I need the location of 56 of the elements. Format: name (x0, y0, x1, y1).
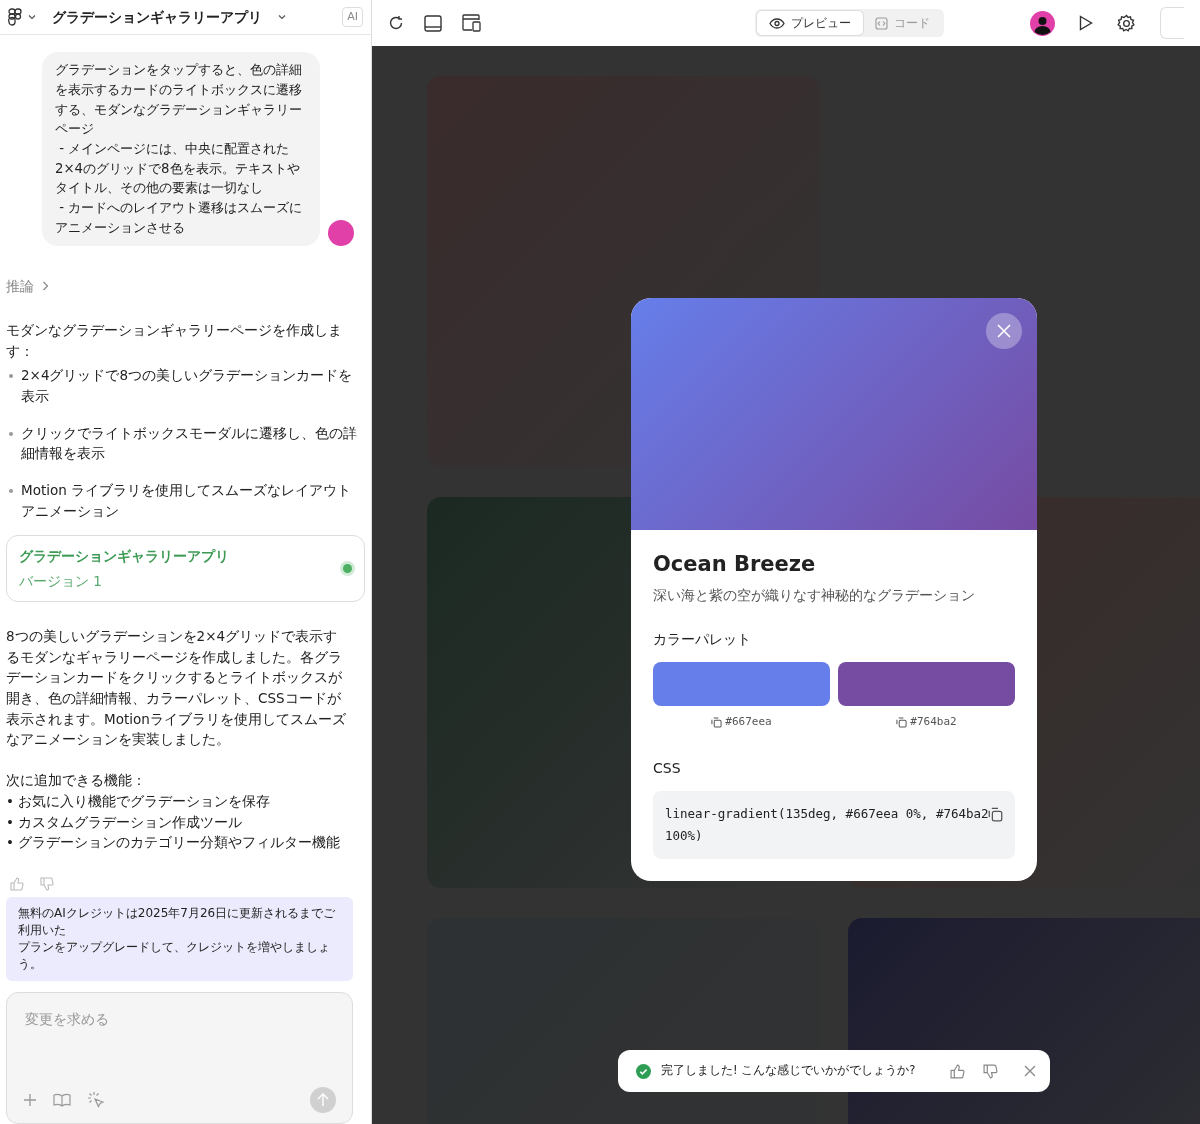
color-swatch[interactable] (838, 662, 1015, 707)
code-text: linear-gradient(135deg, #667eea 0%, #764ba2 100%) (665, 805, 989, 843)
prompt-field[interactable]: 変更を求める (23, 1007, 336, 1087)
list-item: • グラデーションのカテゴリー分類やフィルター機能 (6, 833, 342, 853)
list-item: Motion ライブラリを使用してスムーズなレイアウトアニメーション (21, 481, 353, 521)
refresh-icon[interactable] (388, 15, 404, 31)
toast-message: 完了しました! こんな感じでいかがでしょうか? (661, 1062, 917, 1080)
thumbs-down-icon[interactable] (40, 877, 54, 891)
close-icon (997, 324, 1011, 338)
version-card[interactable]: グラデーションギャラリーアプリ バージョン 1 (6, 535, 365, 602)
version-title: グラデーションギャラリーアプリ (19, 547, 229, 567)
caret-icon[interactable] (278, 14, 286, 21)
devices-icon[interactable] (462, 14, 481, 32)
check-icon (636, 1063, 651, 1079)
arrow-up-icon (317, 1093, 329, 1107)
copy-icon (711, 717, 723, 729)
credit-notice: 無料のAIクレジットは2025年7月26日に更新されるまでご利用いた プランをアップグレードして、クレジットを増やしましょう。 (6, 897, 353, 981)
panel-icon[interactable] (424, 14, 442, 32)
logo-icon[interactable] (8, 8, 22, 27)
book-icon[interactable] (53, 1093, 71, 1107)
version-label: バージョン 1 (19, 571, 103, 591)
chevron-icon[interactable] (42, 280, 49, 291)
thumbs-up-icon[interactable] (950, 1063, 965, 1079)
prompt-box[interactable]: 変更を求める (6, 992, 353, 1124)
thumbs-down-icon[interactable] (983, 1063, 998, 1079)
palette-heading: カラーパレット (653, 630, 752, 650)
css-heading: CSS (653, 758, 682, 778)
close-button[interactable] (986, 313, 1022, 349)
pointer-sparkle-icon[interactable] (87, 1091, 105, 1109)
caret-icon[interactable] (28, 14, 36, 21)
user-avatar (328, 219, 354, 246)
project-title[interactable]: グラデーションギャラリーアプリ (52, 7, 262, 28)
play-icon[interactable] (1079, 15, 1093, 31)
next-heading: 次に追加できる機能： (6, 771, 147, 791)
ai-badge: AI (342, 6, 363, 28)
copy-icon (896, 717, 908, 729)
user-message: グラデーションをタップすると、色の詳細を表示するカードのライトボックスに遷移する、モダンなグラデーションギャラリーページ - メインページには、中央に配置された2×4のグリッドで8色を表示。テキストやタイトル、その他の要素は一切なし - カードへのレイアウト遷移はスムーズにアニメーションさせる (42, 52, 320, 246)
list-item: • カスタムグラデーション作成ツール (6, 812, 244, 832)
assistant-text: モダンなグラデーションギャラリーページを作成します： (6, 320, 343, 361)
copy-hex-button[interactable]: #667eea (705, 713, 778, 732)
gradient-description: 深い海と紫の空が織りなす神秘的なグラデーション (653, 586, 976, 606)
eye-icon (769, 17, 785, 29)
thumbs-up-icon[interactable] (10, 877, 24, 891)
list-item: • お気に入り機能でグラデーションを保存 (6, 791, 272, 811)
user-avatar[interactable] (1030, 10, 1055, 36)
settings-icon[interactable] (1117, 13, 1136, 33)
gradient-title: Ocean Breeze (653, 552, 817, 578)
color-swatch[interactable] (653, 662, 830, 707)
close-icon[interactable] (1024, 1065, 1036, 1077)
list-item: クリックでライトボックスモーダルに遷移し、色の詳細情報を表示 (21, 423, 358, 464)
view-tab[interactable]: プレビュー (757, 11, 863, 35)
copy-hex-button[interactable]: #764ba2 (890, 713, 963, 732)
code-icon (875, 16, 888, 30)
reasoning-toggle[interactable]: 推論 (6, 275, 34, 296)
assistant-text: 8つの美しいグラデーションを2×4グリッドで表示するモダンなギャラリーページを作成しました。各グラデーションカードをクリックするとライトボックスが開き、色の詳細情報、カラーパレット、CSSコードが表示されます。Motionライブラリを使用してスムーズなアニメーションを実装しました。 (6, 626, 347, 750)
list-item: 2×4グリッドで8つの美しいグラデーションカードを表示 (21, 366, 354, 406)
